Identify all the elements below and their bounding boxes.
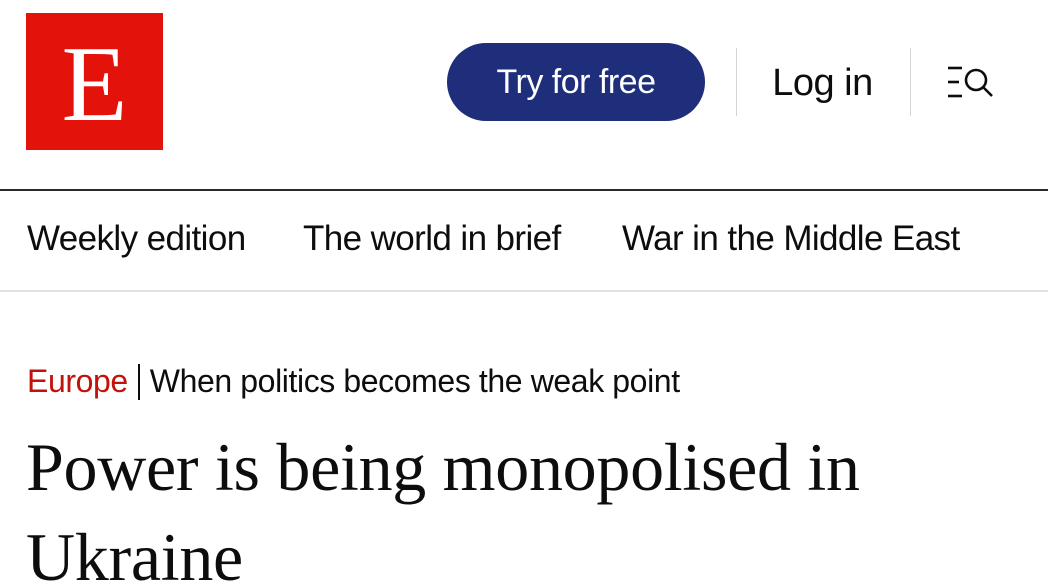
login-button[interactable]: Log in — [750, 50, 895, 116]
logo-letter: E — [61, 24, 128, 144]
header-divider — [736, 48, 737, 116]
try-for-free-button[interactable]: Try for free — [447, 43, 705, 121]
section-link[interactable]: Europe — [27, 363, 128, 400]
logo[interactable]: E — [26, 13, 163, 150]
nav-item-weekly-edition[interactable]: Weekly edition — [27, 219, 246, 259]
menu-search-icon — [948, 66, 993, 98]
section-nav: Weekly edition The world in brief War in… — [0, 191, 1048, 291]
article-rubric: Europe When politics becomes the weak po… — [27, 363, 680, 400]
nav-item-world-in-brief[interactable]: The world in brief — [303, 219, 561, 259]
flytitle: When politics becomes the weak point — [149, 363, 680, 399]
article-headline: Power is being monopolised in Ukraine — [26, 429, 860, 587]
rubric-separator — [137, 363, 140, 400]
header-divider — [910, 48, 911, 116]
menu-search-button[interactable] — [935, 56, 1023, 108]
nav-item-war-middle-east[interactable]: War in the Middle East — [622, 219, 960, 259]
site-header: E Try for free Log in — [0, 0, 1048, 191]
nav-rule — [0, 290, 1048, 292]
